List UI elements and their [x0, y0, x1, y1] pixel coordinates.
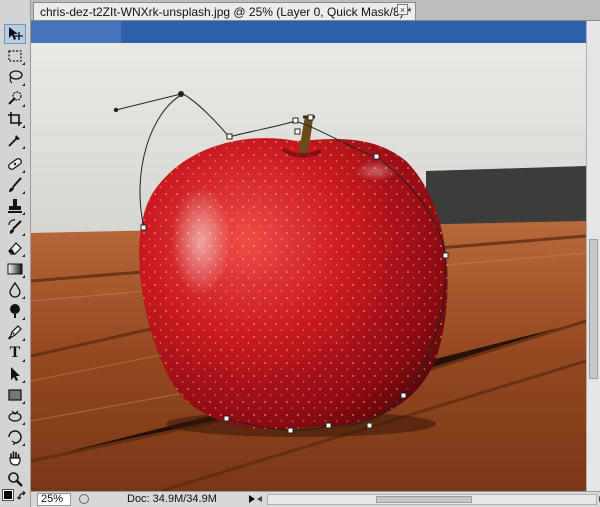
move-tool[interactable] — [4, 24, 26, 44]
brush-tool[interactable] — [4, 175, 26, 195]
type-tool[interactable]: T — [4, 343, 26, 363]
brush-icon — [9, 177, 22, 192]
foreground-color[interactable] — [2, 489, 14, 501]
eyedropper-tool[interactable] — [4, 130, 26, 150]
move-icon — [9, 27, 23, 40]
hand-tool[interactable] — [4, 448, 26, 468]
quick-selection-tool[interactable] — [4, 88, 26, 108]
scroll-left-arrow-icon[interactable] — [257, 496, 262, 502]
pen-tool[interactable] — [4, 322, 26, 342]
quick-selection-icon — [8, 91, 22, 105]
horizontal-scroll-thumb[interactable] — [376, 496, 472, 503]
crop-tool[interactable] — [4, 109, 26, 129]
document-tab[interactable]: chris-dez-t2ZIt-WNXrk-unsplash.jpg @ 25%… — [33, 2, 416, 20]
document-tab-title: chris-dez-t2ZIt-WNXrk-unsplash.jpg @ 25%… — [40, 4, 412, 19]
vertical-scrollbar[interactable] — [586, 21, 600, 491]
zoom-level-field[interactable]: 25% — [37, 493, 71, 506]
marquee-tool[interactable] — [4, 46, 26, 66]
eraser-tool[interactable] — [4, 238, 26, 258]
rectangle-icon — [8, 389, 22, 401]
gradient-tool[interactable] — [4, 259, 26, 279]
stamp-icon — [8, 199, 22, 213]
eyedropper-icon — [8, 135, 20, 147]
bandage-icon — [8, 158, 22, 170]
status-bar: 25% Doc: 34.9M/34.9M — [31, 491, 600, 507]
arrow-icon — [11, 367, 20, 381]
magnifier-icon — [8, 472, 23, 487]
history-brush-icon — [8, 219, 22, 234]
3d-orbit-icon — [8, 430, 22, 445]
3d-rotate-icon — [8, 410, 22, 422]
clone-stamp-tool[interactable] — [4, 196, 26, 216]
lasso-tool[interactable] — [4, 67, 26, 87]
dodge-tool[interactable] — [4, 301, 26, 321]
drop-icon — [9, 282, 21, 298]
status-menu-arrow-icon[interactable] — [249, 495, 255, 503]
apple — [139, 115, 448, 430]
3d-rotate-tool[interactable] — [4, 406, 26, 426]
zoom-tool[interactable] — [4, 469, 26, 489]
document-canvas[interactable] — [31, 21, 586, 491]
background-shelf — [426, 166, 586, 231]
status-info-icon[interactable] — [79, 494, 89, 504]
photo-apple-on-table — [31, 21, 586, 491]
marquee-icon — [8, 50, 22, 62]
document-size-info: Doc: 34.9M/34.9M — [127, 493, 217, 505]
gradient-icon — [7, 263, 23, 275]
path-selection-tool[interactable] — [4, 364, 26, 384]
swap-colors-icon[interactable] — [17, 491, 27, 501]
color-swatches[interactable] — [2, 489, 29, 506]
pen-icon — [8, 325, 22, 340]
shape-tool[interactable] — [4, 385, 26, 405]
close-tab-button[interactable]: × — [397, 4, 408, 15]
3d-orbit-tool[interactable] — [4, 427, 26, 447]
tools-panel: T — [0, 0, 31, 507]
dodge-icon — [10, 304, 20, 318]
document-tab-bar: chris-dez-t2ZIt-WNXrk-unsplash.jpg @ 25%… — [31, 0, 600, 21]
type-icon: T — [9, 344, 21, 361]
eraser-icon — [8, 242, 22, 255]
blur-tool[interactable] — [4, 280, 26, 300]
vertical-scroll-thumb[interactable] — [589, 239, 598, 379]
history-brush-tool[interactable] — [4, 217, 26, 237]
hand-icon — [9, 451, 21, 466]
crop-icon — [8, 112, 22, 126]
horizontal-scrollbar[interactable] — [267, 494, 597, 505]
lasso-icon — [9, 70, 23, 84]
close-icon: × — [399, 5, 406, 15]
healing-brush-tool[interactable] — [4, 154, 26, 174]
